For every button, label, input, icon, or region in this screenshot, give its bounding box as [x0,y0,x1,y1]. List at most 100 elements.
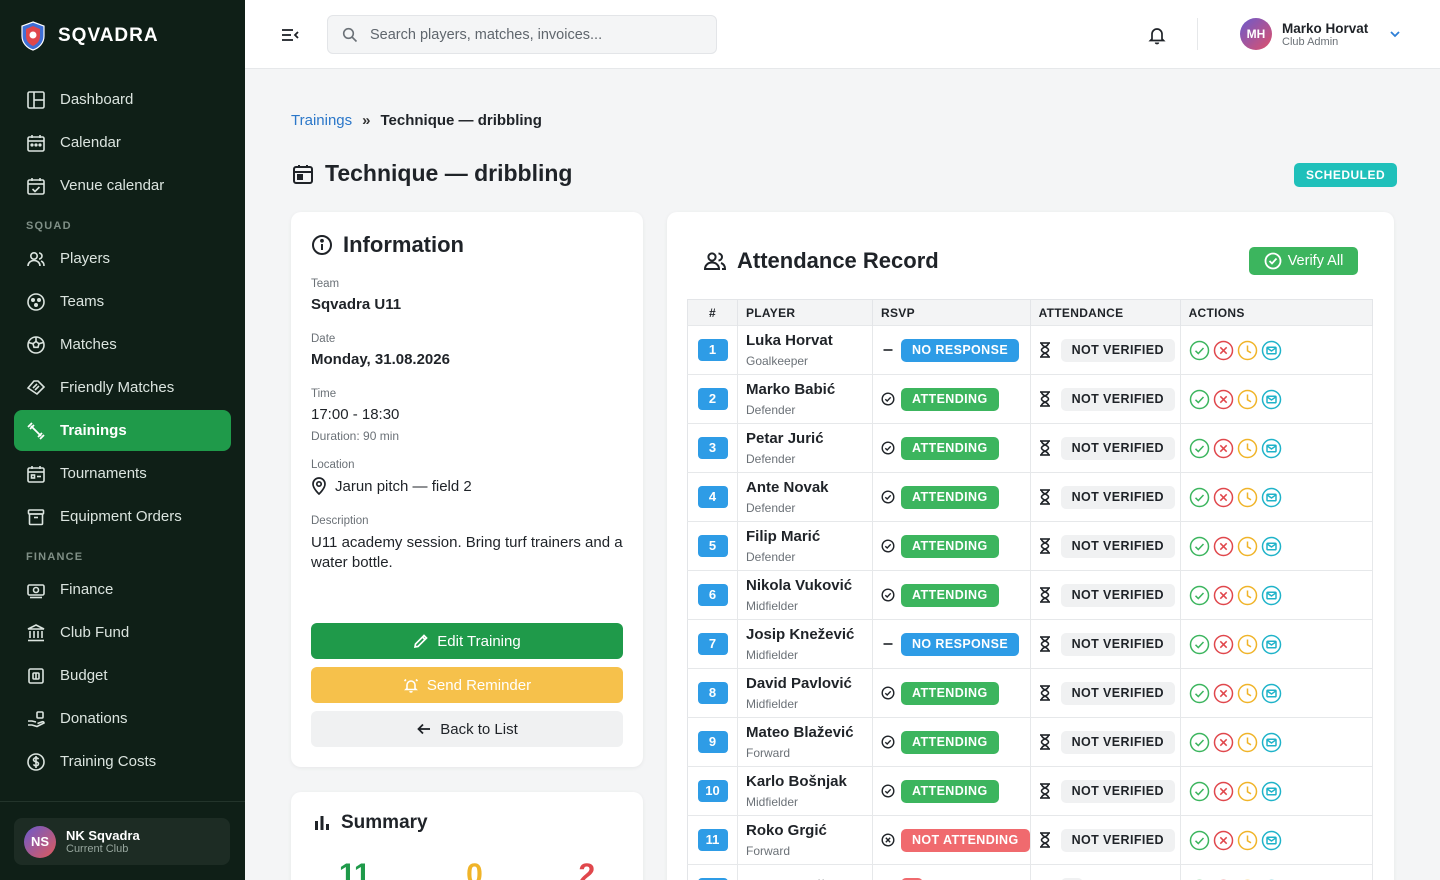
sidebar-item-players[interactable]: Players [14,238,231,279]
mark-absent-icon[interactable] [1213,340,1234,361]
mark-present-icon[interactable] [1189,781,1210,802]
sidebar-item-tournaments[interactable]: Tournaments [14,453,231,494]
rsvp-icon [881,392,895,406]
menu-collapse-icon[interactable] [280,25,300,45]
message-icon[interactable] [1261,487,1282,508]
mark-present-icon[interactable] [1189,487,1210,508]
sidebar-item-finance[interactable]: Finance [14,569,231,610]
sidebar-item-venue-calendar[interactable]: Venue calendar [14,165,231,206]
mark-absent-icon[interactable] [1213,732,1234,753]
row-actions [1189,634,1372,655]
mark-present-icon[interactable] [1189,732,1210,753]
mark-present-icon[interactable] [1189,340,1210,361]
mark-absent-icon[interactable] [1213,781,1234,802]
attendance-badge: NOT VERIFIED [1060,828,1175,852]
mark-late-icon[interactable] [1237,487,1258,508]
sidebar-item-dashboard[interactable]: Dashboard [14,79,231,120]
row-number-cell: 8 [687,668,738,718]
rsvp-badge: ATTENDING [901,534,999,558]
player-name[interactable]: Karlo Bošnjak [746,773,872,790]
sidebar-item-matches[interactable]: Matches [14,324,231,365]
message-icon[interactable] [1261,536,1282,557]
mark-present-icon[interactable] [1189,634,1210,655]
mark-present-icon[interactable] [1189,389,1210,410]
mark-late-icon[interactable] [1237,634,1258,655]
sidebar-item-equipment-orders[interactable]: Equipment Orders [14,496,231,537]
row-number-cell: 12 [687,864,738,880]
mark-late-icon[interactable] [1237,438,1258,459]
message-icon[interactable] [1261,389,1282,410]
breadcrumb-link-trainings[interactable]: Trainings [291,112,352,129]
verify-all-button[interactable]: Verify All [1249,247,1358,275]
search-bar [327,15,717,54]
mark-present-icon[interactable] [1189,585,1210,606]
player-name[interactable]: Mateo Blažević [746,724,872,741]
message-icon[interactable] [1261,634,1282,655]
message-icon[interactable] [1261,830,1282,851]
attendance-badge: NOT VERIFIED [1060,338,1175,362]
sidebar-item-budget[interactable]: Budget [14,655,231,696]
mark-present-icon[interactable] [1189,830,1210,851]
sidebar-item-training-costs[interactable]: Training Costs [14,741,231,782]
message-icon[interactable] [1261,585,1282,606]
player-name[interactable]: Roko Grgić [746,822,872,839]
mark-absent-icon[interactable] [1213,487,1234,508]
player-name[interactable]: Filip Marić [746,528,872,545]
player-name[interactable]: Nikola Vuković [746,577,872,594]
user-menu[interactable]: MH Marko Horvat Club Admin [1240,18,1402,50]
mark-late-icon[interactable] [1237,340,1258,361]
mark-late-icon[interactable] [1237,683,1258,704]
mark-late-icon[interactable] [1237,536,1258,557]
player-name[interactable]: Josip Knežević [746,626,872,643]
mark-late-icon[interactable] [1237,830,1258,851]
sidebar-item-club-fund[interactable]: Club Fund [14,612,231,653]
sidebar-item-calendar[interactable]: Calendar [14,122,231,163]
back-to-list-button[interactable]: Back to List [311,711,623,747]
mark-absent-icon[interactable] [1213,683,1234,704]
mark-absent-icon[interactable] [1213,634,1234,655]
sidebar-item-teams[interactable]: Teams [14,281,231,322]
bell-icon[interactable] [1147,25,1167,45]
sidebar-item-donations[interactable]: Donations [14,698,231,739]
player-name[interactable]: Petar Jurić [746,430,872,447]
player-name[interactable]: Luka Horvat [746,332,872,349]
location-value: Jarun pitch — field 2 [335,477,472,495]
chevron-down-icon[interactable] [1388,27,1402,41]
mark-absent-icon[interactable] [1213,830,1234,851]
send-reminder-button[interactable]: Send Reminder [311,667,623,703]
message-icon[interactable] [1261,683,1282,704]
sidebar-item-friendly-matches[interactable]: Friendly Matches [14,367,231,408]
search-input[interactable] [370,26,690,43]
sidebar-item-trainings[interactable]: Trainings [14,410,231,451]
message-icon[interactable] [1261,781,1282,802]
mark-late-icon[interactable] [1237,732,1258,753]
current-club-card[interactable]: NS NK Sqvadra Current Club [14,818,230,865]
rsvp-cell: ATTENDING [872,521,1031,571]
mark-absent-icon[interactable] [1213,438,1234,459]
mark-absent-icon[interactable] [1213,536,1234,557]
edit-training-button[interactable]: Edit Training [311,623,623,659]
mark-late-icon[interactable] [1237,389,1258,410]
rsvp-icon [881,539,895,553]
player-name[interactable]: Marko Babić [746,381,872,398]
description-label: Description [311,515,369,527]
player-name[interactable]: David Pavlović [746,675,872,692]
mark-late-icon[interactable] [1237,781,1258,802]
mark-late-icon[interactable] [1237,585,1258,606]
attendance-status: NOT VERIFIED [1039,730,1180,754]
message-icon[interactable] [1261,438,1282,459]
hourglass-icon [1039,489,1050,505]
sidebar-item-label: Teams [60,293,105,310]
mark-present-icon[interactable] [1189,683,1210,704]
dash-icon [883,643,893,645]
mark-absent-icon[interactable] [1213,585,1234,606]
message-icon[interactable] [1261,732,1282,753]
mark-present-icon[interactable] [1189,438,1210,459]
mark-absent-icon[interactable] [1213,389,1234,410]
mark-present-icon[interactable] [1189,536,1210,557]
message-icon[interactable] [1261,340,1282,361]
attendance-badge: NOT VERIFIED [1060,681,1175,705]
rsvp-status: NOT ATTENDING [881,828,1030,852]
brand[interactable]: SQVADRA [0,0,245,72]
player-name[interactable]: Ante Novak [746,479,872,496]
